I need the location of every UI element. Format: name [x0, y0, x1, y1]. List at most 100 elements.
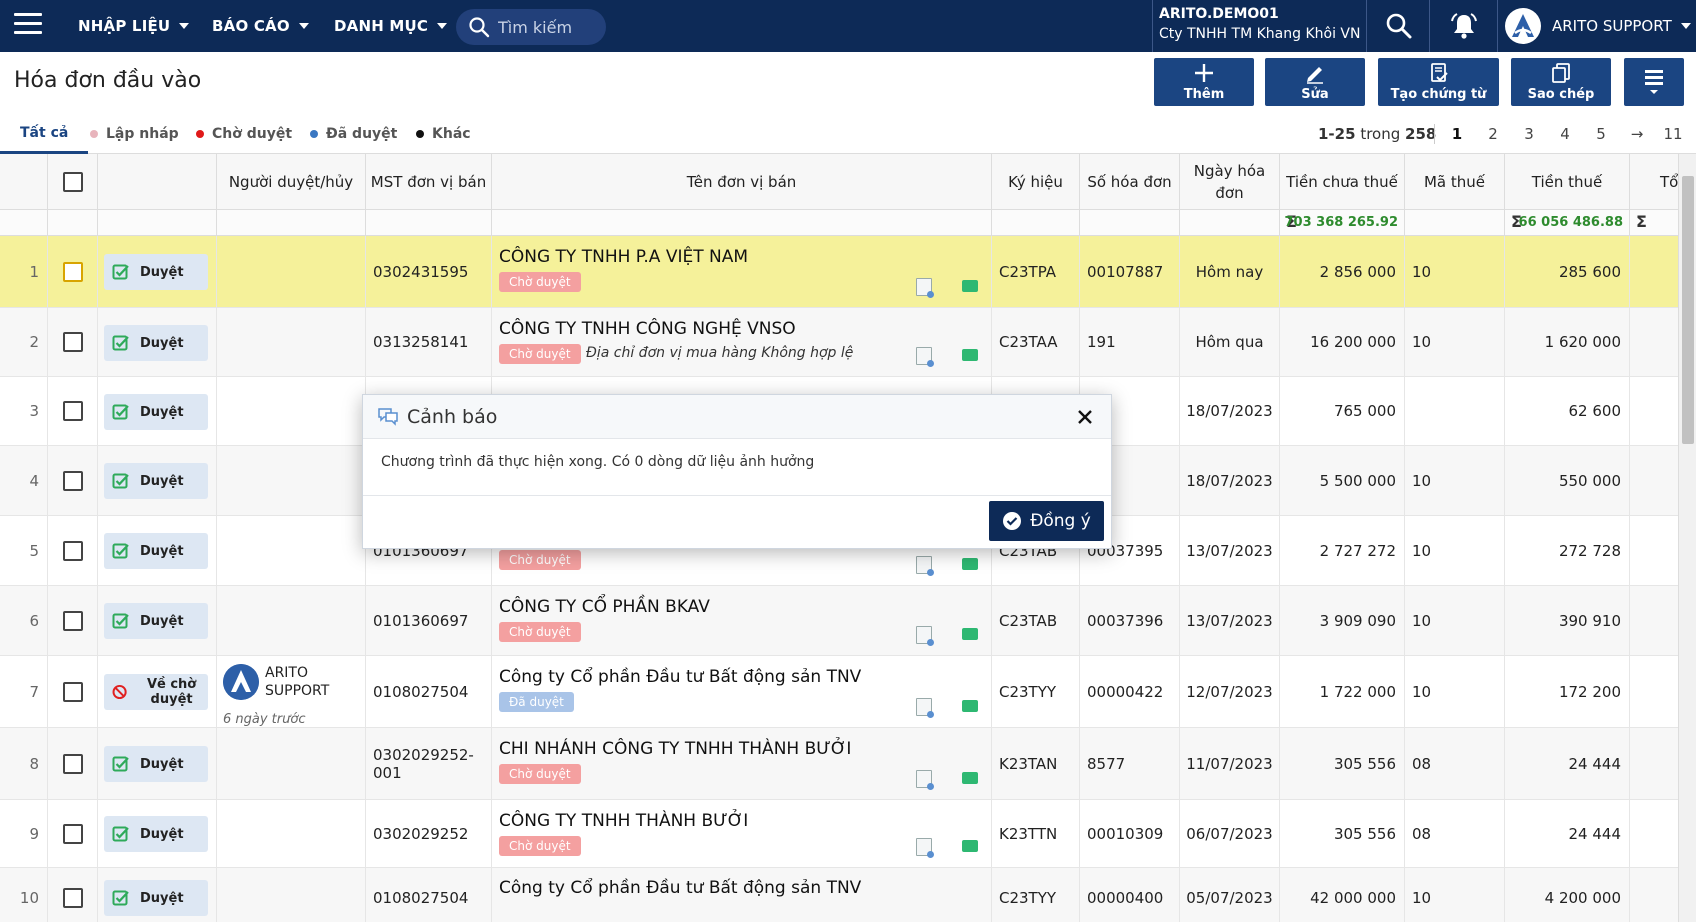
view-document-icon[interactable]: [916, 770, 934, 790]
seller-name[interactable]: CÔNG TY TNHH P.A VIỆT NAM: [499, 247, 748, 267]
seller-tax-code: 0108027504: [366, 656, 492, 727]
check-square-icon: [112, 613, 129, 629]
approve-button[interactable]: Duyệt: [104, 746, 208, 782]
row-checkbox[interactable]: [62, 261, 83, 282]
search-box[interactable]: [456, 9, 606, 45]
menu-danh-muc[interactable]: DANH MỤC: [334, 0, 448, 52]
last-page[interactable]: 11: [1660, 114, 1686, 154]
view-document-icon[interactable]: [916, 698, 934, 718]
global-search-button[interactable]: [1368, 0, 1430, 52]
scrollbar-thumb[interactable]: [1682, 176, 1694, 444]
dot-icon: [90, 130, 98, 138]
tax-amount: 272 728: [1505, 516, 1630, 585]
tab-all[interactable]: Tất cả: [0, 114, 89, 154]
view-document-icon[interactable]: [916, 556, 934, 576]
row-action-cell: Duyệt: [98, 308, 217, 376]
tab-other[interactable]: Khác: [416, 114, 471, 154]
header-tax-code[interactable]: Mã thuế: [1405, 154, 1505, 210]
row-checkbox[interactable]: [62, 753, 83, 774]
header-symbol[interactable]: Ký hiệu: [992, 154, 1080, 210]
page-5[interactable]: 5: [1588, 114, 1614, 154]
tab-draft[interactable]: Lập nháp: [90, 114, 179, 154]
sum-cell: [492, 210, 992, 236]
seller-name[interactable]: CÔNG TY TNHH THÀNH BƯỞI: [499, 811, 748, 831]
view-document-icon[interactable]: [916, 278, 934, 298]
comment-icon[interactable]: [962, 840, 978, 852]
seller-name[interactable]: Công ty Cổ phần Đầu tư Bất động sản TNV: [499, 667, 861, 687]
action-label: Duyệt: [140, 473, 184, 489]
page-2[interactable]: 2: [1480, 114, 1506, 154]
menu-nhap-lieu[interactable]: NHẬP LIỆU: [78, 0, 190, 52]
company-switcher[interactable]: ARITO.DEMO01 Cty TNHH TM Khang Khôi VN: [1152, 0, 1367, 52]
create-voucher-button[interactable]: Tạo chứng từ: [1378, 58, 1499, 106]
row-checkbox[interactable]: [62, 332, 83, 352]
vertical-scrollbar[interactable]: [1678, 154, 1696, 922]
invoice-date: 05/07/2023: [1180, 868, 1280, 922]
page-3[interactable]: 3: [1516, 114, 1542, 154]
approve-button[interactable]: Duyệt: [104, 254, 208, 290]
close-icon[interactable]: [1073, 405, 1097, 429]
header-seller-tax[interactable]: MST đơn vị bán: [366, 154, 492, 210]
view-document-icon[interactable]: [916, 838, 934, 858]
more-actions-button[interactable]: [1624, 58, 1684, 106]
row-checkbox[interactable]: [62, 823, 83, 844]
row-checkbox[interactable]: [62, 610, 83, 631]
row-checkbox[interactable]: [62, 887, 83, 908]
revert-to-pending-button[interactable]: Về chờ duyệt: [104, 674, 208, 710]
tab-label: Lập nháp: [106, 126, 179, 142]
dialog-message: Chương trình đã thực hiện xong. Có 0 dòn…: [381, 454, 815, 470]
search-input[interactable]: [498, 17, 598, 37]
menu-bao-cao[interactable]: BÁO CÁO: [212, 0, 309, 52]
status-badge: Chờ duyệt: [499, 764, 581, 784]
header-approver[interactable]: Người duyệt/hủy: [217, 154, 366, 210]
tab-pending[interactable]: Chờ duyệt: [196, 114, 292, 154]
ok-button[interactable]: Đồng ý: [989, 501, 1104, 541]
page-of-label: trong: [1360, 125, 1401, 143]
header-invoice-no[interactable]: Số hóa đơn: [1080, 154, 1180, 210]
approve-button[interactable]: Duyệt: [104, 394, 208, 430]
row-checkbox[interactable]: [62, 681, 83, 702]
copy-button[interactable]: Sao chép: [1511, 58, 1611, 106]
next-page-button[interactable]: →: [1624, 114, 1650, 154]
comment-icon[interactable]: [962, 558, 978, 570]
row-select-cell: [48, 308, 98, 376]
row-checkbox[interactable]: [62, 470, 83, 491]
header-more[interactable]: Tổ: [1630, 154, 1678, 210]
approve-button[interactable]: Duyệt: [104, 816, 208, 852]
row-checkbox[interactable]: [62, 401, 83, 421]
approve-button[interactable]: Duyệt: [104, 880, 208, 916]
seller-name[interactable]: Công ty Cổ phần Đầu tư Bất động sản TNV: [499, 878, 861, 898]
comment-icon[interactable]: [962, 349, 978, 361]
approve-button[interactable]: Duyệt: [104, 603, 208, 639]
comment-icon[interactable]: [962, 772, 978, 784]
seller-name[interactable]: CÔNG TY TNHH CÔNG NGHỆ VNSO: [499, 319, 796, 339]
row-action-cell: Duyệt: [98, 868, 217, 922]
tab-approved[interactable]: Đã duyệt: [310, 114, 397, 154]
approve-button[interactable]: Duyệt: [104, 533, 208, 569]
notifications-button[interactable]: [1430, 0, 1498, 52]
invoice-date: 18/07/2023: [1180, 446, 1280, 515]
header-seller-name[interactable]: Tên đơn vị bán: [492, 154, 992, 210]
select-all-checkbox[interactable]: [62, 172, 83, 192]
view-document-icon[interactable]: [916, 626, 934, 646]
approve-button[interactable]: Duyệt: [104, 325, 208, 361]
comment-icon[interactable]: [962, 628, 978, 640]
edit-button[interactable]: Sửa: [1265, 58, 1365, 106]
user-menu[interactable]: ARITO SUPPORT: [1498, 0, 1696, 52]
page-1[interactable]: 1: [1444, 114, 1470, 154]
header-pretax[interactable]: Tiền chưa thuế: [1280, 154, 1405, 210]
view-document-icon[interactable]: [916, 347, 934, 367]
seller-name[interactable]: CHI NHÁNH CÔNG TY TNHH THÀNH BƯỞI: [499, 739, 851, 759]
comment-icon[interactable]: [962, 700, 978, 712]
header-invoice-date[interactable]: Ngày hóa đơn: [1180, 154, 1280, 210]
menu-icon[interactable]: [14, 13, 42, 37]
approver-cell: [217, 728, 366, 799]
status-badge: Chờ duyệt: [499, 550, 581, 570]
add-button[interactable]: Thêm: [1154, 58, 1254, 106]
comment-icon[interactable]: [962, 280, 978, 292]
row-checkbox[interactable]: [62, 540, 83, 561]
page-4[interactable]: 4: [1552, 114, 1578, 154]
approve-button[interactable]: Duyệt: [104, 463, 208, 499]
header-tax-amount[interactable]: Tiền thuế: [1505, 154, 1630, 210]
seller-name[interactable]: CÔNG TY CỔ PHẦN BKAV: [499, 597, 710, 617]
